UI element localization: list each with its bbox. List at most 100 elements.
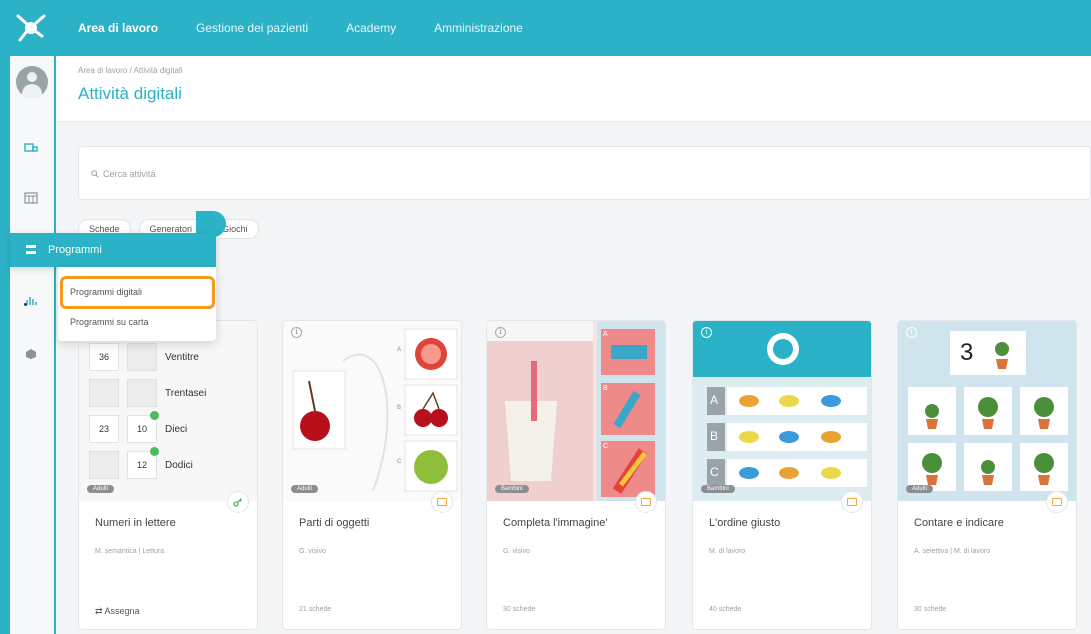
main-content: Area di lavoro / Attività digitali Attiv… [56, 56, 1091, 634]
search-placeholder: Cerca attività [91, 169, 156, 179]
nav-academy[interactable]: Academy [346, 21, 396, 35]
answer-value: 12 [136, 460, 147, 470]
counter-number: 3 [960, 339, 974, 366]
calendar-icon[interactable] [24, 192, 38, 204]
card-count: 30 schede [503, 606, 536, 613]
card-preview: A B C [283, 321, 461, 501]
svg-text:C: C [397, 459, 402, 465]
check-icon [150, 447, 159, 456]
svg-text:C: C [603, 443, 608, 450]
svg-text:B: B [603, 385, 608, 392]
number-box: 36 [89, 343, 119, 371]
row-label: A [710, 393, 719, 407]
app-logo[interactable] [14, 10, 48, 44]
card-preview: A B C [487, 321, 665, 501]
key-icon [233, 498, 242, 507]
card-title: Contare e indicare [914, 517, 1004, 529]
card-preview: 3 [898, 321, 1076, 501]
calendar-icon [437, 498, 447, 506]
breadcrumb: Area di lavoro / Attività digitali [78, 66, 183, 75]
age-badge: Adulti [87, 485, 115, 493]
activity-card[interactable]: A B C i Adulti Parti di oggetti G. visiv… [282, 320, 462, 630]
card-meta: M. di lavoro [709, 548, 746, 555]
activity-card[interactable]: 3 i Adulti Contare e indicare A. seletti… [897, 320, 1077, 630]
card-action-button[interactable] [227, 491, 249, 513]
search-box[interactable]: Cerca attività [78, 146, 1091, 200]
activity-card[interactable]: A B C i Bambini Completa l'immagine' G. … [486, 320, 666, 630]
age-badge: Adulti [906, 485, 934, 493]
calendar-icon [641, 498, 651, 506]
page-header: Area di lavoro / Attività digitali Attiv… [56, 56, 1091, 122]
row-label: C [710, 465, 719, 479]
info-icon[interactable]: i [495, 327, 506, 338]
number-word: Ventitre [165, 351, 199, 363]
assign-icon: ⇄ [95, 606, 105, 616]
svg-text:B: B [397, 405, 401, 411]
toothbrush-illustration: A B C [487, 321, 665, 501]
card-meta: M. semantica | Lettura [95, 548, 165, 555]
info-icon[interactable]: i [701, 327, 712, 338]
assign-link[interactable]: ⇄ Assegna [95, 606, 140, 617]
exercise-row: 36 Ventitre [89, 343, 199, 371]
sidebar [10, 56, 54, 634]
card-preview: 36 Ventitre Trentasei 23 10 Dieci 12 Dod… [79, 321, 257, 501]
nav-gestione-pazienti[interactable]: Gestione dei pazienti [196, 21, 308, 35]
search-icon [91, 170, 99, 178]
exercise-row: 23 10 Dieci [89, 411, 188, 443]
card-action-button[interactable] [635, 491, 657, 513]
answer-value: 10 [136, 424, 147, 434]
card-meta: A. selettiva | M. di lavoro [914, 548, 991, 555]
stats-icon[interactable] [24, 294, 38, 306]
main-nav: Area di lavoro Gestione dei pazienti Aca… [78, 0, 523, 56]
age-badge: Bambini [701, 485, 735, 493]
user-avatar[interactable] [16, 66, 48, 98]
page-title: Attività digitali [78, 84, 182, 103]
card-count: 40 schede [709, 606, 742, 613]
svg-text:A: A [603, 331, 608, 338]
activity-card[interactable]: A B C i Bambini L'ordine giusto M. di la… [692, 320, 872, 630]
menu-label: Programmi [48, 244, 102, 256]
info-icon[interactable]: i [291, 327, 302, 338]
card-count: 21 schede [299, 606, 332, 613]
sidebar-item-programmi[interactable]: Programmi [10, 233, 216, 267]
card-meta: G. visivo [503, 548, 530, 555]
list-icon [26, 245, 36, 254]
age-badge: Bambini [495, 485, 529, 493]
answer-box: 10 [127, 411, 159, 443]
answer-box: 12 [127, 447, 159, 479]
truck-icon[interactable] [24, 142, 38, 154]
box-icon[interactable] [24, 348, 38, 360]
calendar-icon [847, 498, 857, 506]
number-box [89, 451, 119, 479]
number-word: Dieci [165, 423, 188, 435]
top-navbar: Area di lavoro Gestione dei pazienti Aca… [0, 0, 1091, 56]
app-frame: Area di lavoro Gestione dei pazienti Aca… [0, 0, 1091, 634]
search-input[interactable]: Cerca attività [103, 169, 156, 179]
card-title: Completa l'immagine' [503, 517, 608, 529]
card-title: Numeri in lettere [95, 517, 176, 529]
check-icon [150, 411, 159, 420]
card-count: 30 schede [914, 606, 947, 613]
answer-box [127, 343, 157, 371]
card-title: Parti di oggetti [299, 517, 370, 529]
submenu-programmi-su-carta[interactable]: Programmi su carta [70, 317, 149, 327]
card-action-button[interactable] [1046, 491, 1068, 513]
nav-area-di-lavoro[interactable]: Area di lavoro [78, 21, 158, 35]
activity-card[interactable]: 36 Ventitre Trentasei 23 10 Dieci 12 Dod… [78, 320, 258, 630]
highlight-frame [60, 276, 215, 309]
avatar-body [22, 84, 42, 98]
card-preview: A B C [693, 321, 871, 501]
fruit-illustration: A B C [292, 328, 458, 492]
exercise-row: 12 Dodici [89, 447, 193, 479]
card-action-button[interactable] [841, 491, 863, 513]
card-action-button[interactable] [431, 491, 453, 513]
exercise-row: Trentasei [89, 379, 206, 407]
number-box: 23 [89, 415, 119, 443]
number-word: Dodici [165, 459, 193, 471]
assign-label: Assegna [104, 606, 140, 616]
row-label: B [710, 429, 719, 443]
nav-amministrazione[interactable]: Amministrazione [434, 21, 523, 35]
avatar-head [27, 72, 37, 82]
info-icon[interactable]: i [906, 327, 917, 338]
card-meta: G. visivo [299, 548, 326, 555]
